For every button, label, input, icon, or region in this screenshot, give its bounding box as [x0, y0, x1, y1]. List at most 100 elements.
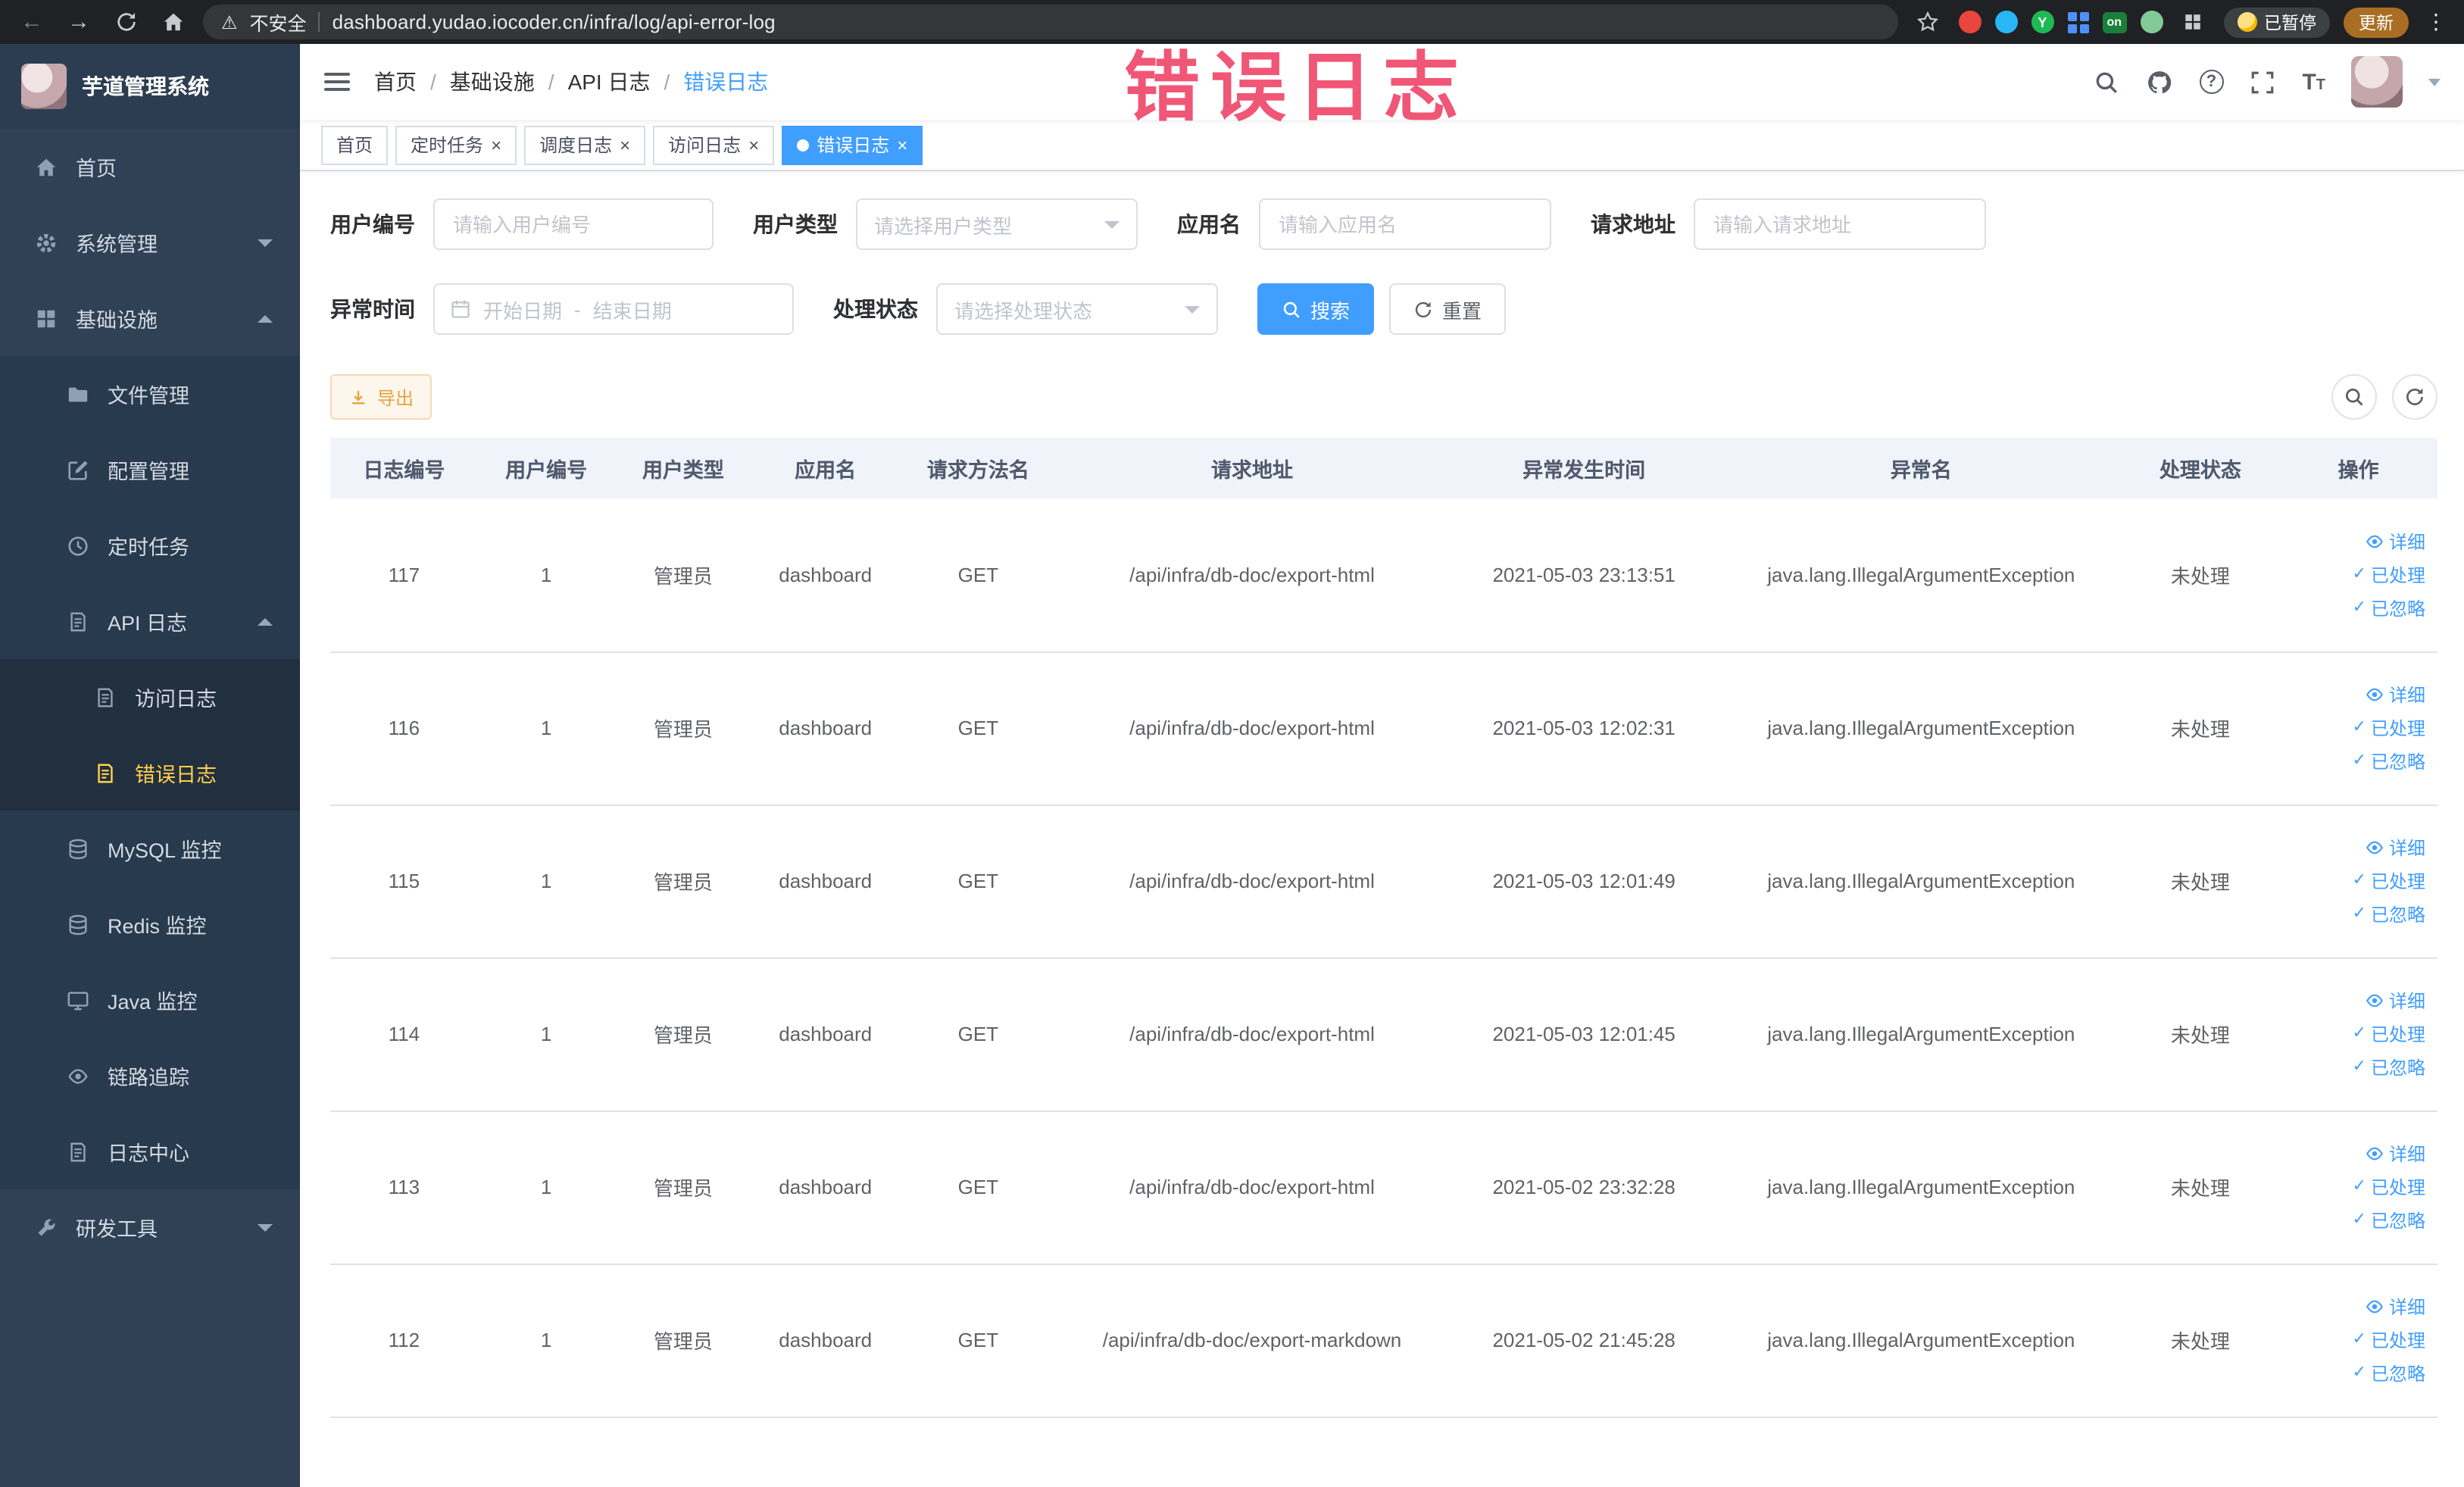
app-name-input[interactable]: [1259, 198, 1551, 250]
close-icon[interactable]: ×: [897, 136, 907, 154]
caret-down-icon[interactable]: [2428, 78, 2441, 86]
chevron-up-icon: [258, 314, 273, 322]
search-icon[interactable]: [2093, 68, 2120, 95]
sidebar-item-trace[interactable]: 链路追踪: [0, 1038, 300, 1114]
close-icon[interactable]: ×: [491, 136, 501, 154]
sidebar-item-access-log[interactable]: 访问日志: [0, 659, 300, 735]
extension-icon[interactable]: [1958, 11, 1982, 33]
breadcrumb-error-log: 错误日志: [683, 70, 769, 94]
help-icon[interactable]: ?: [2199, 70, 2224, 94]
check-icon: ✓: [2352, 718, 2366, 736]
sidebar-toggle-icon[interactable]: [324, 73, 350, 91]
exception-time-range-picker[interactable]: 开始日期 - 结束日期: [433, 283, 794, 335]
search-button[interactable]: 搜索: [1257, 283, 1375, 335]
request-url-input[interactable]: [1694, 198, 1986, 250]
reload-icon[interactable]: [109, 5, 142, 39]
col-exception-name: 异常名: [1721, 438, 2122, 498]
tab-home[interactable]: 首页: [321, 125, 389, 164]
refresh-icon: [2404, 386, 2425, 408]
process-status-select[interactable]: 请选择处理状态: [936, 283, 1218, 335]
table-row: 113 1 管理员 dashboard GET /api/infra/db-do…: [330, 1111, 2437, 1264]
emoji-icon: [2237, 12, 2256, 32]
sidebar-item-redis-monitor[interactable]: Redis 监控: [0, 886, 300, 962]
tab-error-log[interactable]: 错误日志 ×: [782, 125, 923, 164]
back-icon[interactable]: ←: [15, 5, 48, 39]
table-row: 112 1 管理员 dashboard GET /api/infra/db-do…: [330, 1264, 2437, 1417]
sidebar-item-dev-tools[interactable]: 研发工具: [0, 1189, 300, 1265]
tags-view-bar: 首页 定时任务 × 调度日志 × 访问日志 × 错误日志 ×: [300, 120, 2464, 171]
sidebar-item-home[interactable]: 首页: [0, 129, 300, 205]
sidebar-item-infrastructure[interactable]: 基础设施: [0, 280, 300, 356]
user-id-input[interactable]: [433, 198, 714, 250]
action-ignored-link[interactable]: ✓ 已忽略: [2353, 595, 2425, 621]
forward-icon[interactable]: →: [62, 5, 95, 39]
breadcrumb-home[interactable]: 首页: [374, 67, 417, 97]
breadcrumb-api-logs[interactable]: API 日志: [568, 67, 651, 97]
browser-menu-icon[interactable]: ⋮: [2422, 9, 2450, 35]
tab-access-log[interactable]: 访问日志 ×: [653, 125, 775, 164]
sidebar-item-system-management[interactable]: 系统管理: [0, 205, 300, 280]
extension-on-badge[interactable]: on: [2102, 11, 2126, 33]
tab-scheduled-jobs[interactable]: 定时任务 ×: [395, 125, 517, 164]
refresh-table-button[interactable]: [2392, 374, 2437, 420]
extension-grid-icon[interactable]: [2067, 11, 2089, 33]
action-processed-link[interactable]: ✓ 已处理: [2353, 715, 2425, 741]
action-detail-link[interactable]: 详细: [2365, 988, 2425, 1014]
action-processed-link[interactable]: ✓ 已处理: [2353, 868, 2425, 894]
action-processed-link[interactable]: ✓ 已处理: [2353, 1327, 2425, 1353]
sidebar-item-api-logs[interactable]: API 日志: [0, 583, 300, 659]
table-header-row: 日志编号 用户编号 用户类型 应用名 请求方法名 请求地址 异常发生时间 异常名…: [330, 438, 2437, 498]
sidebar-item-java-monitor[interactable]: Java 监控: [0, 962, 300, 1038]
toggle-search-button[interactable]: [2331, 374, 2377, 420]
action-ignored-link[interactable]: ✓ 已忽略: [2353, 1360, 2425, 1386]
user-type-select[interactable]: 请选择用户类型: [856, 198, 1138, 250]
reset-button[interactable]: 重置: [1389, 283, 1507, 335]
close-icon[interactable]: ×: [620, 136, 630, 154]
action-ignored-link[interactable]: ✓ 已忽略: [2353, 1207, 2425, 1233]
bookmark-star-icon[interactable]: [1911, 5, 1944, 39]
table-row: 117 1 管理员 dashboard GET /api/infra/db-do…: [330, 498, 2437, 652]
action-detail-link[interactable]: 详细: [2365, 1141, 2425, 1167]
export-button[interactable]: 导出: [330, 374, 433, 420]
action-processed-link[interactable]: ✓ 已处理: [2353, 562, 2425, 588]
app-logo[interactable]: 芋道管理系统: [0, 44, 300, 129]
paused-chip[interactable]: 已暂停: [2223, 7, 2330, 37]
fullscreen-icon[interactable]: [2249, 68, 2276, 95]
eye-icon: [2365, 685, 2384, 704]
action-processed-link[interactable]: ✓ 已处理: [2353, 1174, 2425, 1200]
close-icon[interactable]: ×: [748, 136, 759, 154]
action-detail-link[interactable]: 详细: [2365, 835, 2425, 861]
action-processed-link[interactable]: ✓ 已处理: [2353, 1021, 2425, 1047]
extension-icon[interactable]: [1994, 11, 2018, 33]
sidebar-item-scheduled-jobs[interactable]: 定时任务: [0, 508, 300, 583]
breadcrumb-infrastructure[interactable]: 基础设施: [450, 67, 535, 97]
action-ignored-link[interactable]: ✓ 已忽略: [2353, 1054, 2425, 1080]
tab-schedule-log[interactable]: 调度日志 ×: [524, 125, 646, 164]
sidebar-item-log-center[interactable]: 日志中心: [0, 1114, 300, 1189]
chevron-down-icon: [1185, 305, 1200, 313]
update-button[interactable]: 更新: [2344, 7, 2409, 37]
extension-icon[interactable]: [2140, 11, 2163, 33]
col-method: 请求方法名: [899, 438, 1057, 498]
extension-puzzle-icon[interactable]: [2176, 5, 2209, 39]
sidebar-item-file-management[interactable]: 文件管理: [0, 356, 300, 432]
check-icon: ✓: [2352, 1057, 2366, 1076]
action-detail-link[interactable]: 详细: [2365, 1294, 2425, 1320]
avatar[interactable]: [2351, 56, 2403, 108]
col-app-name: 应用名: [751, 438, 900, 498]
action-detail-link[interactable]: 详细: [2365, 682, 2425, 708]
home-icon[interactable]: [156, 5, 189, 39]
extension-icon[interactable]: Y: [2031, 11, 2054, 33]
eye-icon: [2365, 991, 2384, 1011]
action-detail-link[interactable]: 详细: [2365, 529, 2425, 555]
action-ignored-link[interactable]: ✓ 已忽略: [2353, 901, 2425, 927]
sidebar-item-error-log[interactable]: 错误日志: [0, 735, 300, 811]
address-bar[interactable]: ⚠ 不安全 dashboard.yudao.iocoder.cn/infra/l…: [203, 5, 1898, 39]
sidebar-item-config-management[interactable]: 配置管理: [0, 432, 300, 508]
logo-image: [21, 64, 67, 109]
font-size-icon[interactable]: TT: [2302, 69, 2325, 95]
check-icon: ✓: [2352, 1177, 2366, 1195]
sidebar-item-mysql-monitor[interactable]: MySQL 监控: [0, 811, 300, 886]
action-ignored-link[interactable]: ✓ 已忽略: [2353, 748, 2425, 774]
github-icon[interactable]: [2146, 68, 2173, 95]
